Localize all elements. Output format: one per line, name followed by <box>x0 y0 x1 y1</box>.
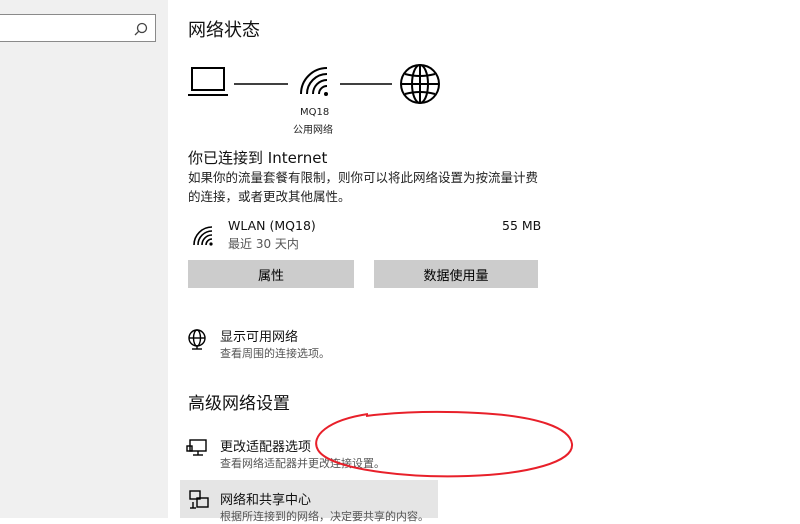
sharing-center-subtitle: 根据所连接到的网络，决定要共享的内容。 <box>220 510 429 523</box>
advanced-settings-heading: 高级网络设置 <box>188 394 290 414</box>
search-input[interactable] <box>0 14 156 42</box>
network-status-page: 网络状态 MQ18 公用网络 你已连接到 Internet 如果你的流量套餐有限 <box>168 0 800 523</box>
globe-icon <box>400 64 440 104</box>
change-adapter-options-link[interactable]: 更改适配器选项 查看网络适配器并更改连接设置。 <box>186 436 486 476</box>
connected-title: 你已连接到 Internet <box>188 149 328 167</box>
adapter-options-title: 更改适配器选项 <box>220 440 312 455</box>
network-type: 公用网络 <box>293 125 333 136</box>
page-title: 网络状态 <box>188 20 260 41</box>
globe-network-icon <box>188 329 206 350</box>
properties-button[interactable]: 属性 <box>188 260 354 288</box>
connection-name: WLAN (MQ18) <box>228 218 316 233</box>
connected-description: 如果你的流量套餐有限制，则你可以将此网络设置为按流量计费的连接，或者更改其他属性… <box>188 170 539 204</box>
show-available-networks-link[interactable]: 显示可用网络 查看周围的连接选项。 <box>186 326 486 366</box>
laptop-icon <box>188 67 228 96</box>
data-usage-button[interactable]: 数据使用量 <box>374 260 538 288</box>
adapter-icon <box>186 439 207 456</box>
sharing-center-icon <box>189 490 209 509</box>
adapter-options-subtitle: 查看网络适配器并更改连接设置。 <box>220 457 385 470</box>
wifi-signal-icon <box>193 226 213 246</box>
show-networks-title: 显示可用网络 <box>220 330 299 345</box>
sidebar <box>0 0 168 518</box>
network-name: MQ18 <box>300 107 330 118</box>
network-sharing-center-link[interactable]: 网络和共享中心 根据所连接到的网络，决定要共享的内容。 <box>180 480 438 523</box>
sharing-center-title: 网络和共享中心 <box>220 493 312 508</box>
search-icon <box>134 22 148 36</box>
wifi-icon <box>300 67 328 95</box>
connection-usage: 55 MB <box>502 218 542 233</box>
show-networks-subtitle: 查看周围的连接选项。 <box>220 347 330 360</box>
connection-period: 最近 30 天内 <box>228 237 299 251</box>
